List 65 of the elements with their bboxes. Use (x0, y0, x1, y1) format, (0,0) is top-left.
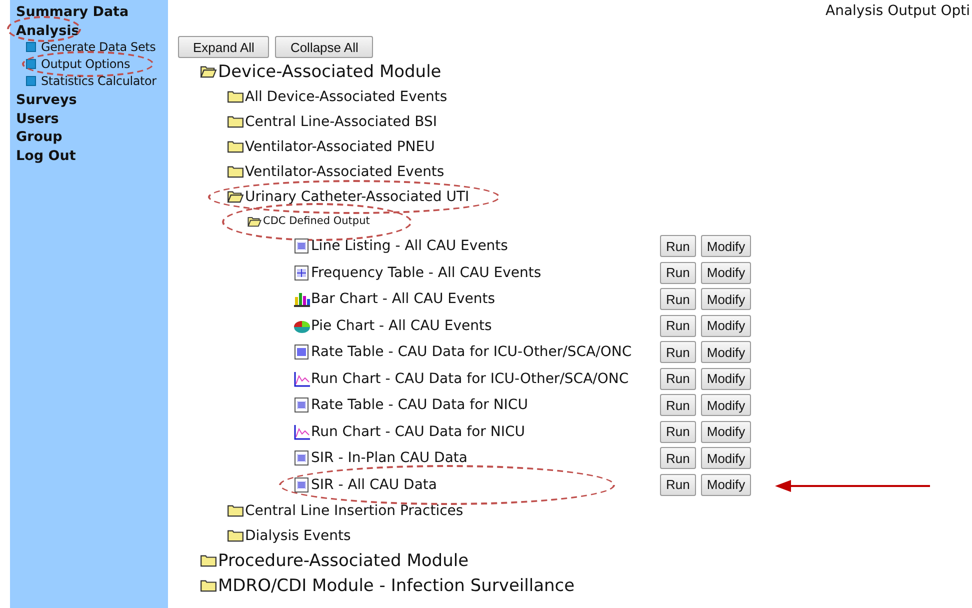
tree-item[interactable]: All Device-Associated Events (245, 88, 448, 104)
report-link[interactable]: Rate Table - CAU Data for NICU (311, 397, 528, 414)
document-icon (293, 397, 311, 414)
tree-item[interactable]: Central Line-Associated BSI (245, 114, 438, 130)
nav-link[interactable]: Log Out (16, 148, 76, 164)
report-link[interactable]: Run Chart - CAU Data for ICU-Other/SCA/ONC (311, 370, 629, 387)
run-button[interactable]: Run (660, 235, 696, 258)
report-link[interactable]: Line Listing - All CAU Events (311, 238, 508, 254)
run-button[interactable]: Run (660, 314, 696, 337)
nav-link[interactable]: Users (16, 110, 59, 126)
bullet-icon (26, 58, 36, 68)
tree-item[interactable]: Procedure-Associated Module (218, 550, 469, 570)
tree-item[interactable]: MDRO/CDI Module - Infection Surveillance (218, 576, 575, 596)
modify-button[interactable]: Modify (700, 235, 752, 258)
report-link[interactable]: Run Chart - CAU Data for NICU (311, 424, 525, 440)
tree-item[interactable]: Urinary Catheter-Associated UTI (245, 188, 470, 204)
tree-item[interactable]: Device-Associated Module (218, 62, 442, 82)
toolbar-button[interactable]: Expand All (178, 36, 270, 58)
report-link[interactable]: SIR - In-Plan CAU Data (311, 450, 468, 466)
report-link[interactable]: Pie Chart - All CAU Events (311, 318, 492, 334)
nav-link[interactable]: Surveys (16, 92, 77, 108)
tree-item[interactable]: Central Line Insertion Practices (245, 502, 464, 518)
tree-item[interactable]: Ventilator-Associated Events (245, 164, 444, 180)
document-icon (293, 450, 311, 466)
modify-button[interactable]: Modify (700, 288, 752, 310)
modify-button[interactable]: Modify (700, 474, 752, 496)
table-icon (293, 264, 311, 281)
run-button[interactable]: Run (660, 394, 696, 416)
tree-item[interactable]: Dialysis Events (245, 528, 351, 544)
tree-item[interactable]: CDC Defined Output (263, 215, 370, 227)
run-button[interactable]: Run (660, 368, 696, 390)
run-button[interactable]: Run (660, 420, 696, 443)
report-link[interactable]: Bar Chart - All CAU Events (311, 291, 496, 308)
tree-item[interactable]: Ventilator-Associated PNEU (245, 138, 435, 154)
line-chart-icon (293, 424, 311, 440)
modify-button[interactable]: Modify (700, 314, 752, 337)
bullet-icon (26, 42, 36, 52)
document-icon (293, 344, 311, 360)
modify-button[interactable]: Modify (700, 394, 752, 416)
report-link[interactable]: Frequency Table - All CAU Events (311, 264, 542, 281)
bullet-icon (26, 76, 36, 86)
modify-button[interactable]: Modify (700, 341, 752, 364)
document-icon (293, 238, 311, 254)
toolbar-button[interactable]: Collapse All (275, 36, 374, 58)
nav-link[interactable]: Group (16, 129, 62, 145)
nav-link[interactable]: Output Options (41, 56, 130, 70)
nav-link[interactable]: Statistics Calculator (41, 74, 156, 88)
run-button[interactable]: Run (660, 447, 696, 470)
report-link[interactable]: SIR - All CAU Data (311, 476, 437, 493)
run-button[interactable]: Run (660, 262, 696, 284)
page-title: Analysis Output Opti (826, 2, 970, 21)
line-chart-icon (293, 370, 311, 387)
run-button[interactable]: Run (660, 288, 696, 310)
modify-button[interactable]: Modify (700, 447, 752, 470)
nav-link[interactable]: Summary Data (16, 4, 129, 20)
nav-link[interactable]: Generate Data Sets (41, 40, 156, 54)
report-link[interactable]: Rate Table - CAU Data for ICU-Other/SCA/ONC (311, 344, 632, 360)
run-button[interactable]: Run (660, 341, 696, 364)
document-icon (293, 476, 311, 493)
nav-link[interactable]: Analysis (16, 22, 80, 38)
modify-button[interactable]: Modify (700, 420, 752, 443)
run-button[interactable]: Run (660, 474, 696, 496)
bar-chart-icon (293, 291, 311, 308)
modify-button[interactable]: Modify (700, 368, 752, 390)
modify-button[interactable]: Modify (700, 262, 752, 284)
